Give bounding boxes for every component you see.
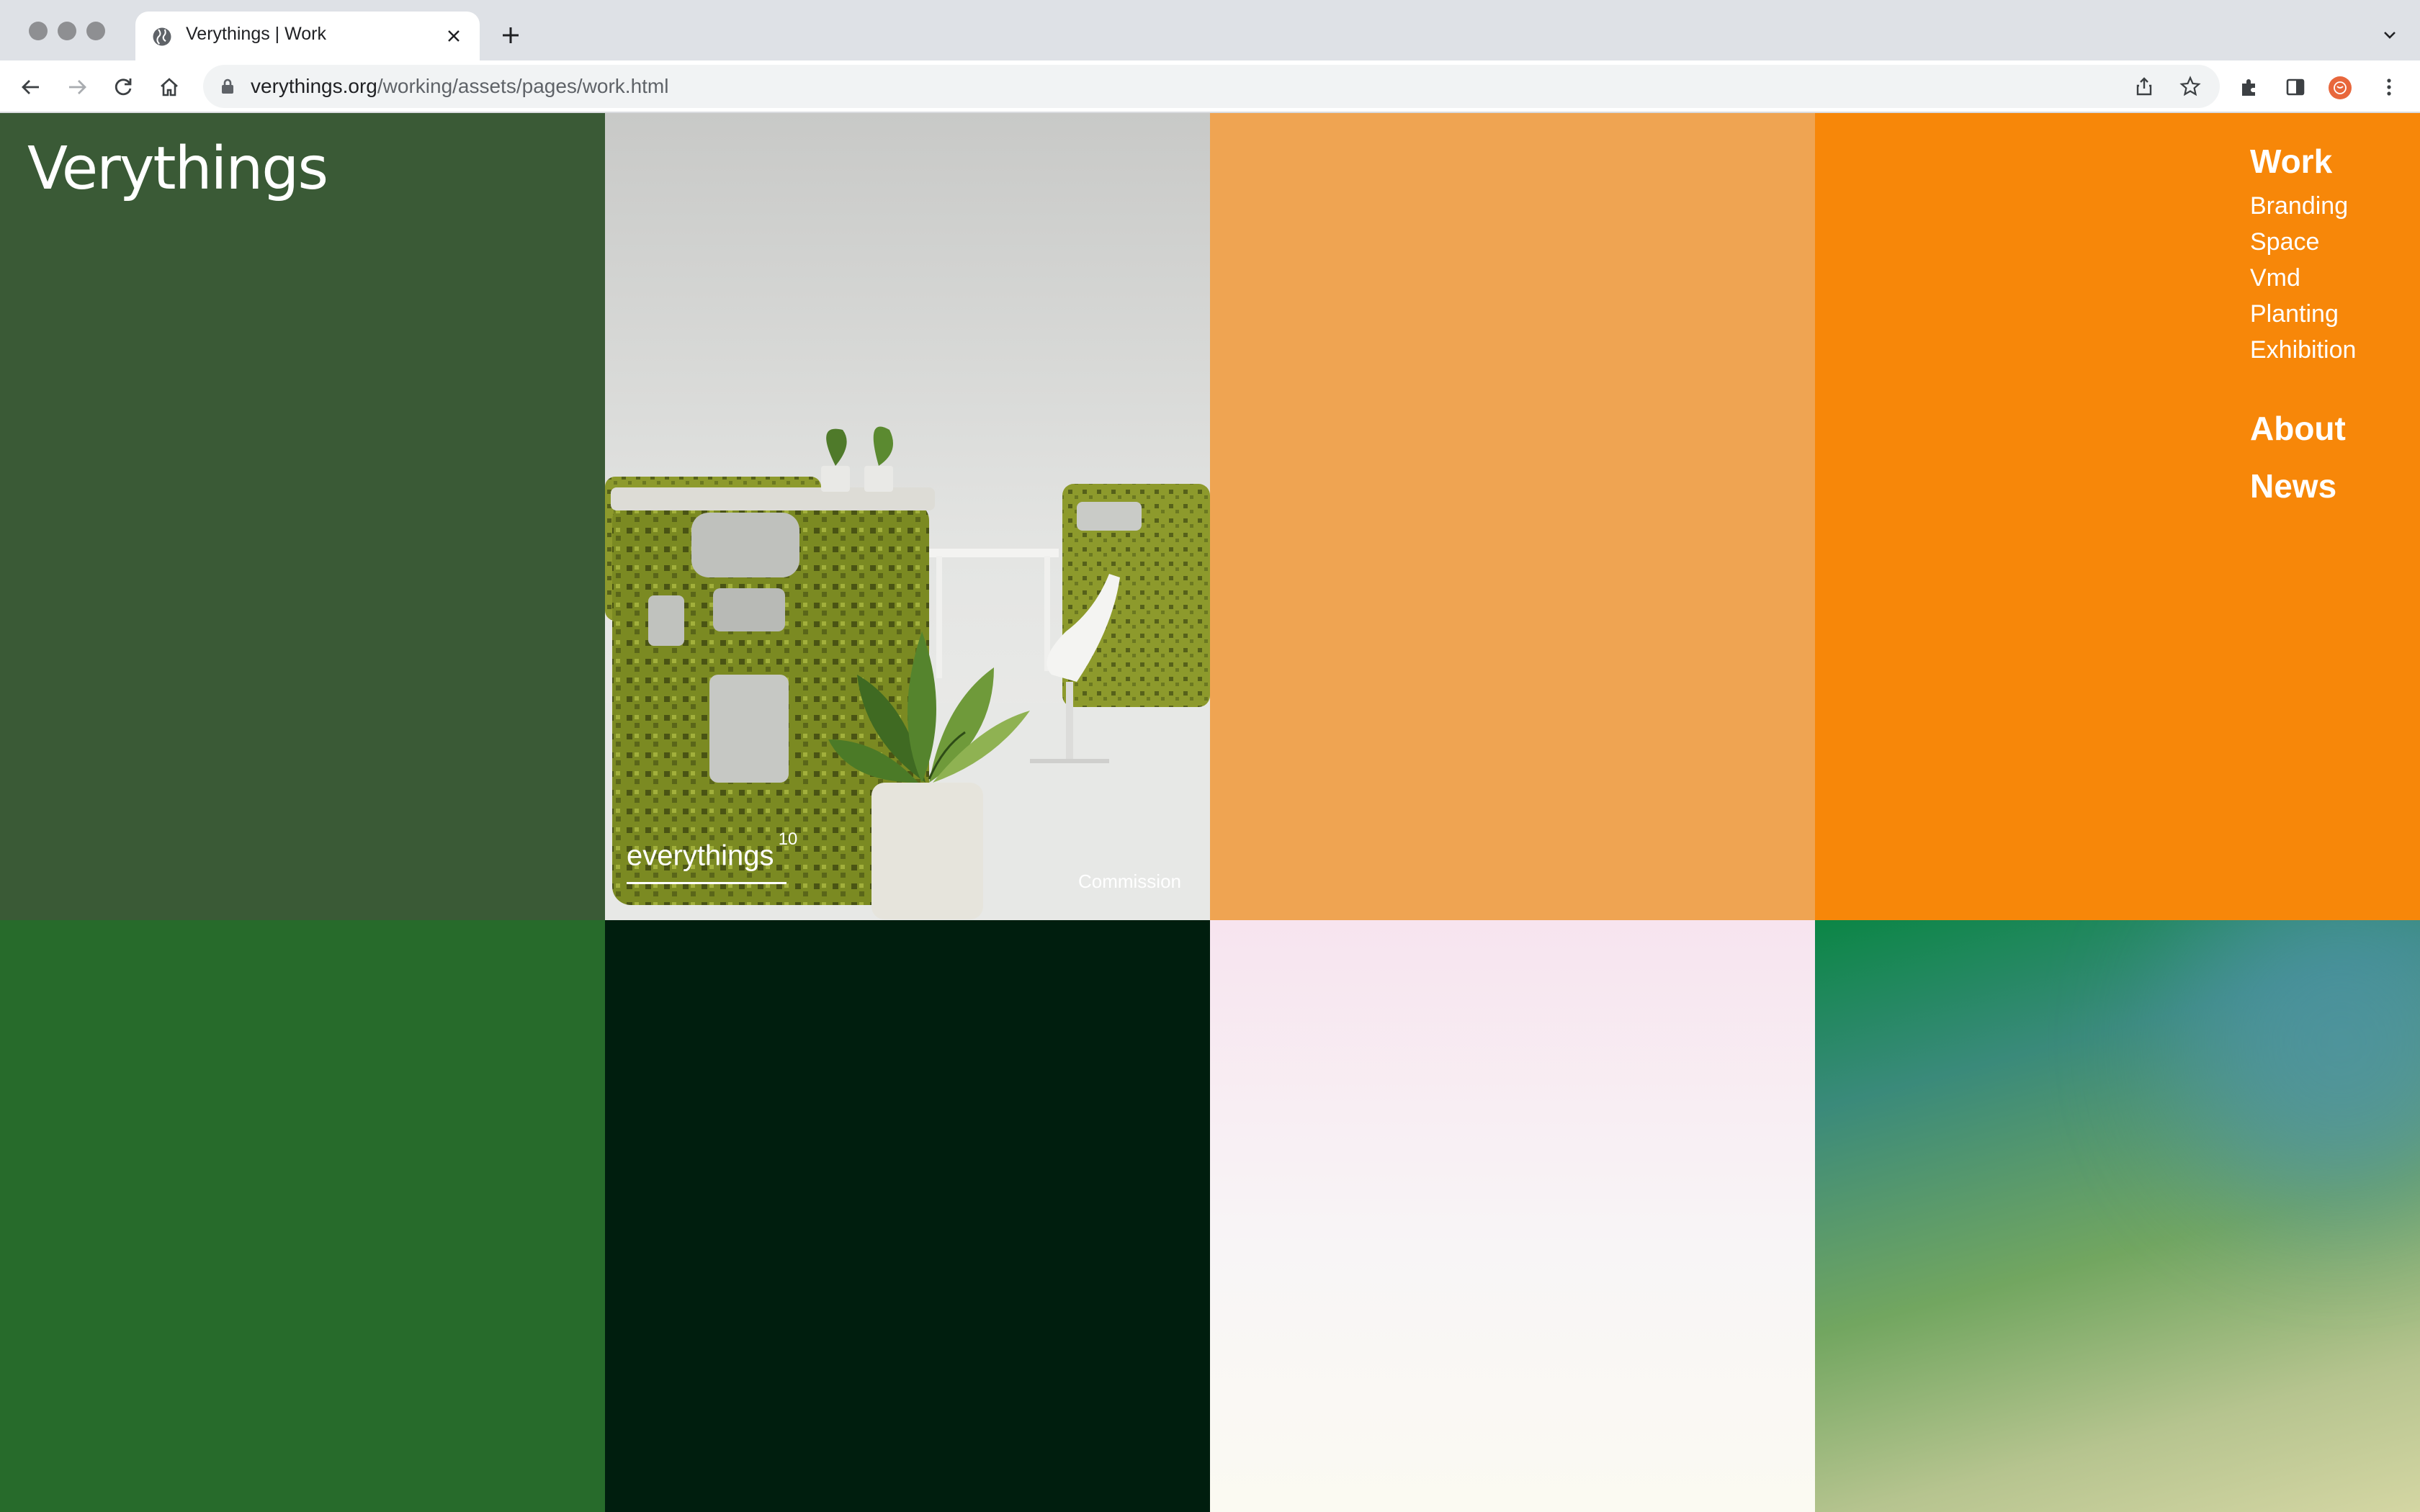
url-path: /working/assets/pages/work.html <box>377 75 669 97</box>
browser-tab[interactable]: Verythings | Work <box>135 12 480 60</box>
work-tile-3[interactable] <box>1210 113 1815 920</box>
back-icon[interactable] <box>17 73 45 101</box>
web-page: everythings10 Commission Verythings Work… <box>0 113 2420 1512</box>
maximize-window-button[interactable] <box>86 22 105 40</box>
feature-title: everythings10 <box>627 829 797 884</box>
close-tab-icon[interactable] <box>442 24 465 48</box>
home-icon[interactable] <box>156 73 183 101</box>
globe-icon <box>153 27 171 46</box>
feature-number: 10 <box>778 829 798 849</box>
star-icon[interactable] <box>2177 73 2204 100</box>
work-tile-5[interactable] <box>0 920 605 1512</box>
nav-branding[interactable]: Branding <box>2250 188 2356 224</box>
tab-title: Verythings | Work <box>186 24 326 44</box>
chevron-down-icon[interactable] <box>2378 23 2401 46</box>
share-icon[interactable] <box>2130 73 2158 100</box>
work-tile-6[interactable] <box>605 920 1210 1512</box>
close-window-button[interactable] <box>29 22 48 40</box>
nav-planting[interactable]: Planting <box>2250 296 2356 332</box>
feature-title-text: everythings <box>627 840 774 871</box>
url-text: verythings.org/working/assets/pages/work… <box>251 75 668 98</box>
tile-8-glow <box>2175 920 2420 1208</box>
feature-label: Commission <box>1077 870 1181 892</box>
url-host: verythings.org <box>251 75 377 97</box>
minimize-window-button[interactable] <box>58 22 76 40</box>
lock-icon[interactable] <box>219 78 236 95</box>
address-bar[interactable]: verythings.org/working/assets/pages/work… <box>203 65 2220 108</box>
office-photo <box>605 113 1210 920</box>
nav-exhibition[interactable]: Exhibition <box>2250 332 2356 368</box>
menu-icon[interactable] <box>2375 73 2403 101</box>
nav-news[interactable]: News <box>2250 457 2356 515</box>
nav-space[interactable]: Space <box>2250 224 2356 260</box>
work-tile-1[interactable] <box>0 113 605 920</box>
new-tab-icon[interactable] <box>497 22 524 49</box>
extensions-icon[interactable] <box>2236 73 2263 101</box>
nav-work[interactable]: Work <box>2250 142 2356 181</box>
nav-about[interactable]: About <box>2250 400 2356 457</box>
work-tile-8[interactable] <box>1815 920 2420 1512</box>
browser-toolbar: verythings.org/working/assets/pages/work… <box>0 60 2420 113</box>
browser-tab-strip: Verythings | Work <box>0 0 2420 60</box>
profile-avatar[interactable] <box>2329 76 2352 99</box>
forward-icon[interactable] <box>63 73 91 101</box>
nav-vmd[interactable]: Vmd <box>2250 260 2356 296</box>
site-logo[interactable]: Verythings <box>27 135 328 203</box>
sidepanel-icon[interactable] <box>2282 73 2309 101</box>
feature-underline <box>627 882 786 884</box>
work-tile-feature[interactable]: everythings10 Commission <box>605 113 1210 920</box>
site-nav: Work Branding Space Vmd Planting Exhibit… <box>2250 142 2356 515</box>
reload-icon[interactable] <box>109 73 137 101</box>
work-tile-7[interactable] <box>1210 920 1815 1512</box>
